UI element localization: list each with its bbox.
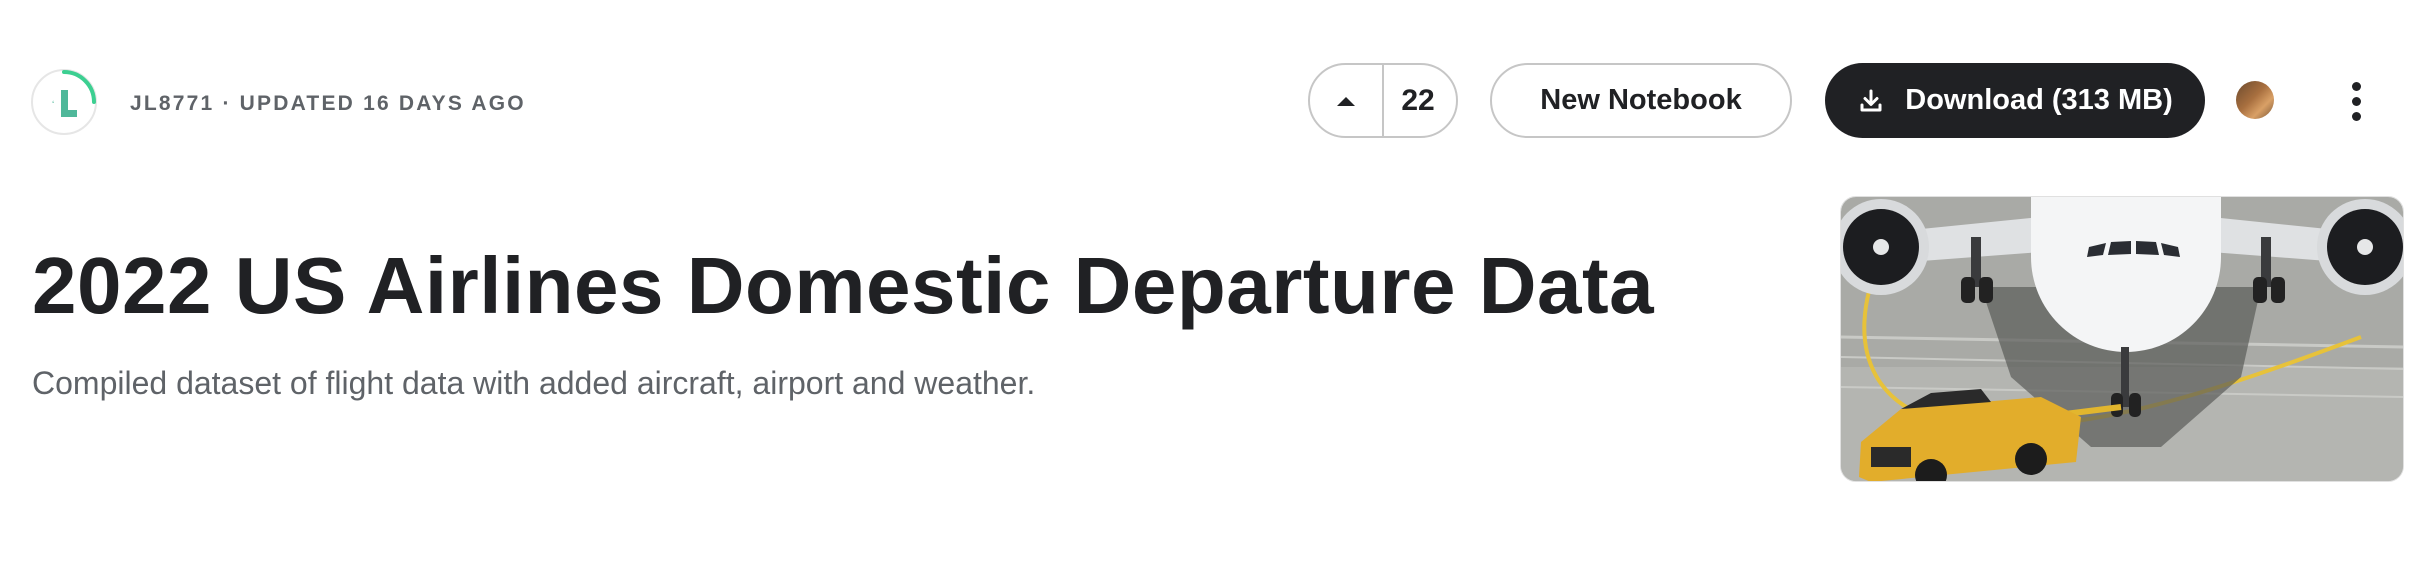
menu-dot	[2351, 111, 2361, 121]
owner-avatar[interactable]: ʻ	[30, 68, 98, 136]
user-avatar[interactable]	[2236, 81, 2274, 119]
owner-avatar-icon: ʻ	[31, 69, 97, 135]
upvote-group: 22	[1308, 63, 1458, 138]
download-button[interactable]: Download (313 MB)	[1825, 63, 2205, 138]
page-subtitle: Compiled dataset of flight data with add…	[32, 365, 1036, 401]
dataset-cover-image	[1840, 196, 2404, 482]
download-label: Download (313 MB)	[1905, 84, 2173, 116]
download-icon	[1857, 87, 1885, 115]
menu-dot	[2351, 96, 2361, 106]
more-vertical-icon[interactable]	[2336, 76, 2376, 126]
caret-up-icon	[1337, 96, 1355, 106]
page-title: 2022 US Airlines Domestic Departure Data	[32, 241, 1655, 330]
owner-update-line[interactable]: JL8771 · UPDATED 16 DAYS AGO	[130, 92, 526, 116]
new-notebook-button[interactable]: New Notebook	[1490, 63, 1792, 138]
svg-text:ʻ: ʻ	[52, 99, 54, 111]
upvote-button[interactable]	[1310, 65, 1382, 136]
upvote-count[interactable]: 22	[1384, 65, 1456, 136]
menu-dot	[2351, 81, 2361, 91]
